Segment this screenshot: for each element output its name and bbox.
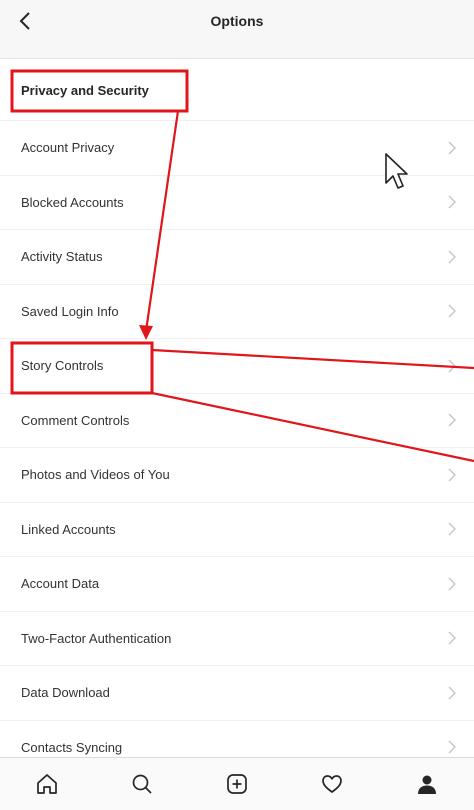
chevron-right-icon bbox=[448, 359, 456, 373]
option-label: Comment Controls bbox=[21, 412, 130, 428]
option-two-factor-authentication[interactable]: Two-Factor Authentication bbox=[0, 612, 474, 666]
tab-profile[interactable] bbox=[413, 770, 441, 798]
new-post-icon bbox=[227, 774, 247, 794]
option-label: Story Controls bbox=[21, 358, 104, 374]
option-label: Contacts Syncing bbox=[21, 739, 123, 755]
option-label: Account Data bbox=[21, 576, 100, 592]
tab-new-post[interactable] bbox=[223, 770, 251, 798]
activity-heart-icon bbox=[321, 775, 342, 793]
option-label: Photos and Videos of You bbox=[21, 467, 170, 483]
option-saved-login-info[interactable]: Saved Login Info bbox=[0, 285, 474, 339]
bottom-tab-bar bbox=[0, 757, 474, 810]
chevron-right-icon bbox=[448, 577, 456, 591]
option-label: Linked Accounts bbox=[21, 521, 116, 537]
tab-activity[interactable] bbox=[318, 770, 346, 798]
header-bar: Options bbox=[0, 0, 474, 59]
chevron-right-icon bbox=[448, 631, 456, 645]
option-label: Data Download bbox=[21, 685, 110, 701]
chevron-right-icon bbox=[448, 686, 456, 700]
option-account-data[interactable]: Account Data bbox=[0, 557, 474, 612]
chevron-right-icon bbox=[448, 468, 456, 482]
option-label: Account Privacy bbox=[21, 140, 115, 156]
chevron-right-icon bbox=[448, 195, 456, 209]
chevron-right-icon bbox=[448, 141, 456, 155]
chevron-right-icon bbox=[448, 304, 456, 318]
tab-search[interactable] bbox=[128, 770, 156, 798]
option-label: Activity Status bbox=[21, 249, 103, 265]
option-data-download[interactable]: Data Download bbox=[0, 666, 474, 721]
option-photos-and-videos-of-you[interactable]: Photos and Videos of You bbox=[0, 448, 474, 503]
page-title: Options bbox=[210, 13, 264, 29]
chevron-right-icon bbox=[448, 740, 456, 754]
section-title-privacy-security: Privacy and Security bbox=[0, 60, 474, 121]
option-comment-controls[interactable]: Comment Controls bbox=[0, 394, 474, 448]
option-activity-status[interactable]: Activity Status bbox=[0, 230, 474, 285]
option-label: Blocked Accounts bbox=[21, 194, 124, 210]
option-label: Saved Login Info bbox=[21, 303, 119, 319]
profile-icon bbox=[417, 775, 436, 794]
option-label: Two-Factor Authentication bbox=[21, 630, 172, 646]
option-linked-accounts[interactable]: Linked Accounts bbox=[0, 503, 474, 557]
chevron-right-icon bbox=[448, 250, 456, 264]
mouse-cursor-icon bbox=[385, 153, 408, 189]
chevron-right-icon bbox=[448, 522, 456, 536]
search-icon bbox=[132, 774, 152, 794]
option-story-controls[interactable]: Story Controls bbox=[0, 339, 474, 394]
tab-home[interactable] bbox=[33, 770, 61, 798]
chevron-right-icon bbox=[448, 413, 456, 427]
home-icon bbox=[37, 774, 58, 794]
